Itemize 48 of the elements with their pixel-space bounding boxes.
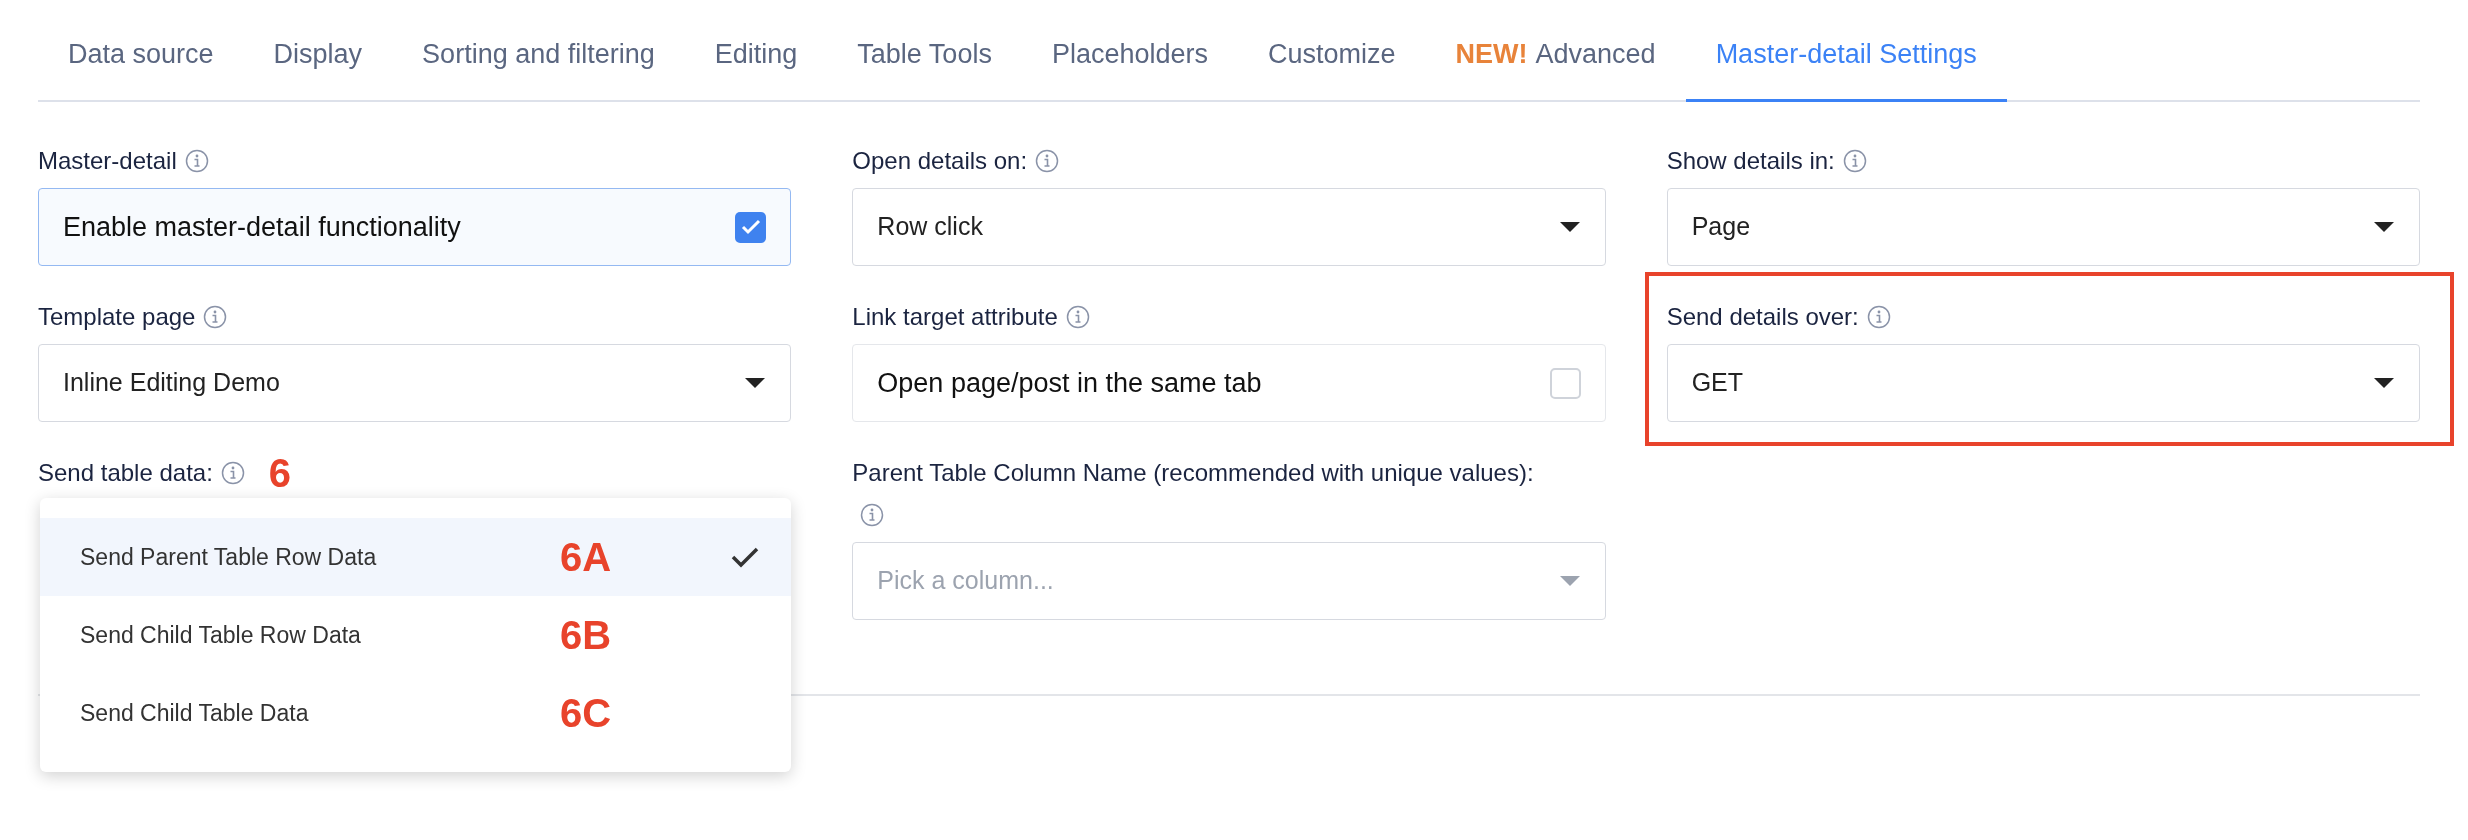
- check-icon: [740, 219, 761, 235]
- checkbox-field[interactable]: Open page/post in the same tab: [852, 344, 1606, 422]
- field-label: Send table data:: [38, 452, 245, 494]
- info-icon[interactable]: [1065, 305, 1090, 329]
- info-icon[interactable]: [1035, 149, 1060, 173]
- caret-icon: [2373, 221, 2395, 233]
- select-field[interactable]: GET: [1666, 344, 2420, 422]
- field-label: Show details in:: [1666, 140, 1867, 182]
- tab[interactable]: Table Tools: [827, 10, 1022, 102]
- tab[interactable]: NEW! Advanced: [1425, 10, 1686, 102]
- checkbox[interactable]: [735, 211, 767, 243]
- check-icon: [731, 546, 760, 568]
- menu-option[interactable]: Send Child Table Row Data 6B: [40, 596, 792, 674]
- tab[interactable]: Master-detail Settings: [1685, 10, 2007, 102]
- tab[interactable]: Editing: [684, 10, 828, 102]
- caret-icon: [2373, 377, 2395, 389]
- menu-option[interactable]: Send Parent Table Row Data 6A: [40, 518, 792, 596]
- field-label: Master-detail: [38, 140, 209, 182]
- field-label: Send details over:: [1666, 296, 1891, 338]
- field-label: Parent Table Column Name (recommended with unique values):: [852, 452, 1543, 536]
- checkbox[interactable]: [1549, 367, 1581, 399]
- select-field[interactable]: Row click: [852, 188, 1606, 266]
- annotation-label: 6B: [560, 612, 612, 659]
- annotation-label: 6A: [560, 534, 612, 581]
- info-icon[interactable]: [220, 461, 245, 485]
- caret-icon: [1558, 221, 1581, 233]
- info-icon[interactable]: [184, 149, 209, 173]
- caret-icon: [1558, 575, 1581, 587]
- info-icon[interactable]: [203, 305, 228, 329]
- checkbox-field[interactable]: Enable master-detail functionality: [38, 188, 792, 266]
- tab[interactable]: Sorting and filtering: [392, 10, 685, 102]
- select-field[interactable]: Inline Editing Demo: [38, 344, 792, 422]
- menu-option[interactable]: Send Child Table Data 6C: [40, 674, 792, 752]
- info-icon[interactable]: [1866, 305, 1891, 329]
- annotation-label: 6C: [560, 690, 612, 737]
- tab[interactable]: Data source: [38, 10, 244, 102]
- tab[interactable]: Placeholders: [1021, 10, 1238, 102]
- info-icon[interactable]: [1842, 149, 1867, 173]
- field-label: Open details on:: [852, 140, 1060, 182]
- caret-icon: [744, 377, 767, 389]
- field-label: Template page: [38, 296, 228, 338]
- info-icon[interactable]: [860, 503, 885, 527]
- new-label: NEW!: [1455, 38, 1528, 72]
- tab[interactable]: Customize: [1238, 10, 1426, 102]
- field-label: Link target attribute: [852, 296, 1090, 338]
- select-field[interactable]: Page: [1666, 188, 2420, 266]
- annotation-label: 6: [268, 452, 292, 494]
- tab[interactable]: Display: [243, 10, 393, 102]
